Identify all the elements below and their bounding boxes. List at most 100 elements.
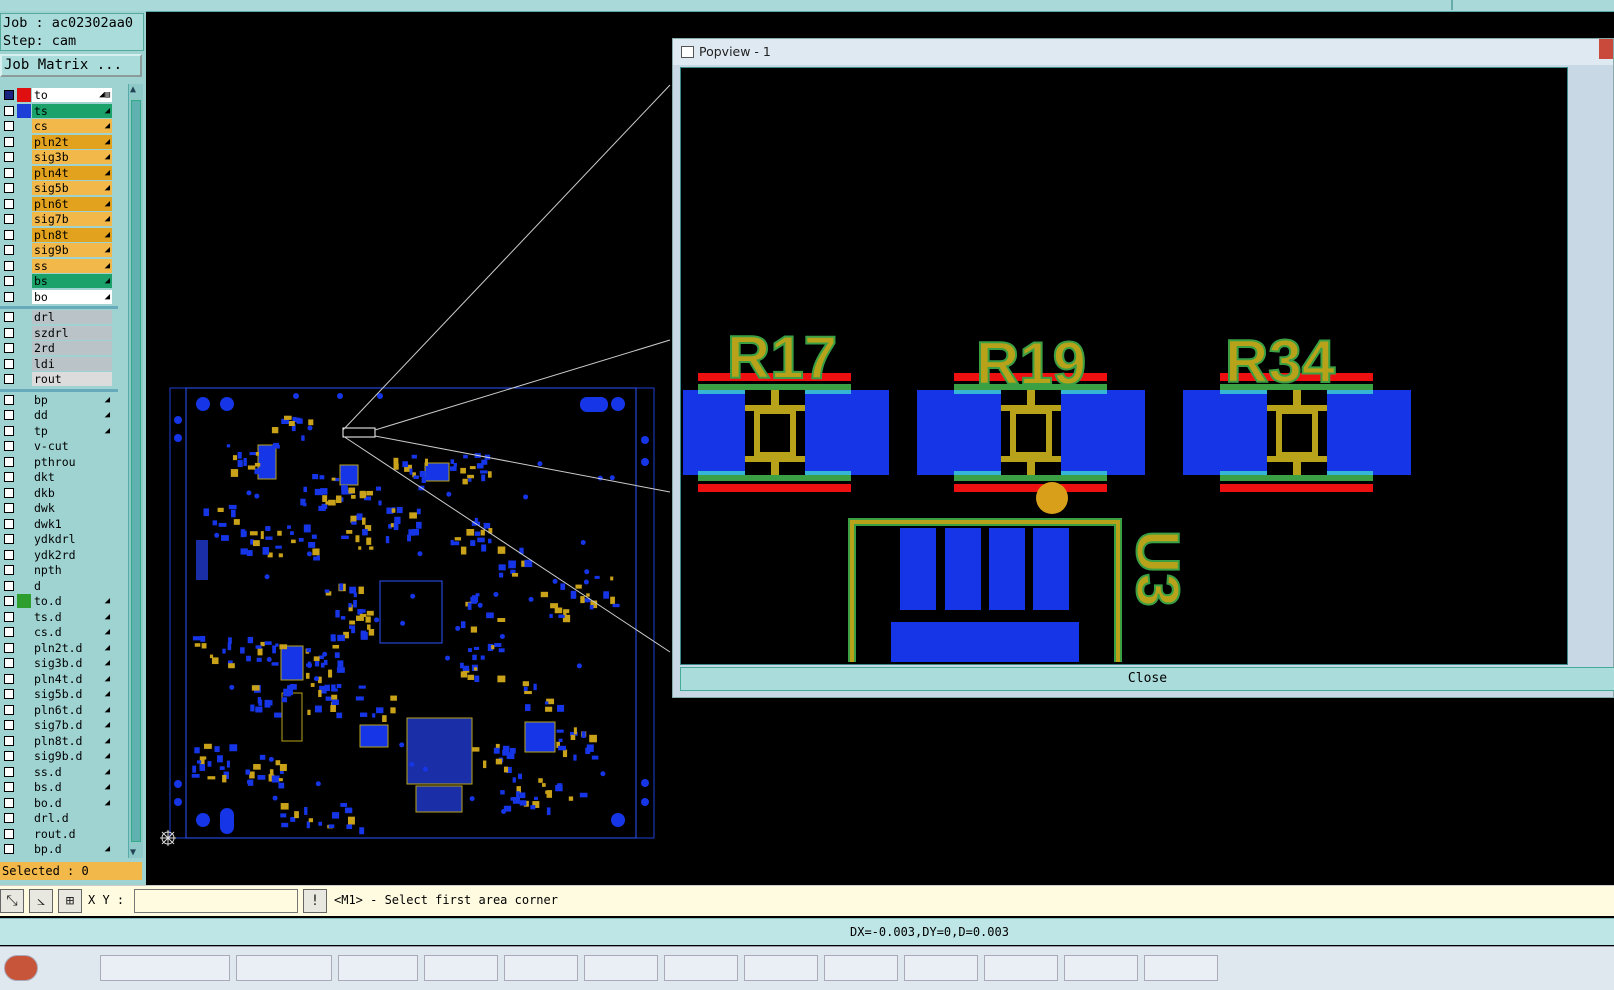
taskbar-item[interactable] <box>664 955 738 981</box>
start-button[interactable] <box>4 955 38 981</box>
smd-pad <box>470 540 476 546</box>
taskbar-item[interactable] <box>744 955 818 981</box>
mounting-hole <box>611 397 625 411</box>
smd-pad <box>362 529 368 536</box>
smd-pad <box>200 635 206 642</box>
toolbar-measure-icon[interactable]: ⦣ <box>29 889 53 913</box>
smd-pad <box>346 824 353 830</box>
smd-pad <box>351 494 356 499</box>
smd-pad <box>382 715 387 723</box>
taskbar-item[interactable] <box>904 955 978 981</box>
smd-pad <box>409 512 417 519</box>
via <box>455 625 461 631</box>
smd-pad <box>207 776 216 780</box>
taskbar-item[interactable] <box>100 955 230 981</box>
via <box>499 633 505 639</box>
smd-pad <box>291 539 296 544</box>
refdes-label: R34 <box>1225 328 1336 395</box>
smd-pad <box>308 818 314 823</box>
smd-pad <box>269 769 274 776</box>
ic-package <box>257 444 277 480</box>
smd-pad <box>568 796 574 801</box>
via <box>583 579 589 585</box>
smd-pad <box>480 470 488 474</box>
popview-close-button[interactable]: Close <box>680 667 1614 691</box>
smd-pad <box>353 592 357 598</box>
smd-pad <box>277 530 282 536</box>
smd-pad <box>284 415 292 420</box>
via <box>410 593 416 599</box>
smd-pad <box>259 754 266 760</box>
smd-pad <box>516 791 520 799</box>
smd-pad <box>378 500 382 506</box>
smd-pad <box>303 524 311 533</box>
smd-pad <box>330 634 336 642</box>
smd-pad <box>314 660 320 667</box>
popview-window[interactable]: Popview - 1 R17 R19 R34 U3 Close <box>672 38 1614 698</box>
via <box>580 540 586 546</box>
toolbar-zoom-icon[interactable]: ⤡ <box>0 889 24 913</box>
smd-pad <box>328 824 335 829</box>
via <box>264 574 270 580</box>
taskbar-item[interactable] <box>1064 955 1138 981</box>
snap-icon[interactable]: ! <box>303 889 327 913</box>
smd-pad <box>488 538 492 544</box>
taskbar-item[interactable] <box>338 955 418 981</box>
smd-pad <box>255 645 262 649</box>
smd-pad <box>562 749 568 758</box>
ic-package <box>339 464 359 486</box>
smd-pad <box>203 508 210 517</box>
mounting-hole <box>611 813 625 827</box>
smd-pad <box>493 747 500 754</box>
taskbar-item[interactable] <box>1144 955 1218 981</box>
taskbar-item[interactable] <box>984 955 1058 981</box>
smd-pad <box>339 583 344 591</box>
smd-pad <box>192 636 201 641</box>
smd-pad <box>332 812 340 819</box>
popview-titlebar[interactable]: Popview - 1 <box>673 39 1613 65</box>
popview-canvas[interactable]: R17 R19 R34 U3 <box>680 67 1568 665</box>
bga-package <box>406 717 473 785</box>
smd-pad <box>359 712 368 717</box>
close-icon[interactable] <box>1599 39 1613 59</box>
smd-pad <box>262 547 270 555</box>
smd-pad <box>251 685 260 691</box>
smd-pad <box>416 508 421 515</box>
toolbar-grid-icon[interactable]: ⊞ <box>58 889 82 913</box>
smd-pad <box>454 537 462 541</box>
smd-pad <box>279 763 287 771</box>
smd-pad <box>336 712 343 719</box>
smd-pad <box>324 684 330 692</box>
smd-pad <box>306 648 312 653</box>
smd-pad <box>344 807 353 814</box>
smd-pad <box>351 521 357 525</box>
smd-pad <box>534 796 538 801</box>
smd-pad <box>393 522 399 531</box>
smd-pad <box>483 760 487 769</box>
xy-input[interactable] <box>134 889 298 913</box>
smd-pad <box>202 756 207 760</box>
smd-pad <box>301 435 305 441</box>
taskbar-item[interactable] <box>424 955 498 981</box>
popview-title: Popview - 1 <box>699 44 771 59</box>
smd-pad <box>319 475 325 480</box>
smd-pad <box>361 517 366 525</box>
smd-pad <box>264 699 271 708</box>
via <box>268 756 274 762</box>
smd-pad <box>217 507 224 513</box>
smd-pad <box>368 628 375 636</box>
smd-pad <box>509 748 516 754</box>
via <box>493 591 499 597</box>
smd-pad <box>385 536 390 544</box>
taskbar-item[interactable] <box>824 955 898 981</box>
taskbar-item[interactable] <box>584 955 658 981</box>
smd-pad <box>409 468 413 475</box>
smd-pad <box>419 470 426 477</box>
ic-u3 <box>848 482 1122 662</box>
taskbar-item[interactable] <box>504 955 578 981</box>
smd-pad <box>201 643 207 649</box>
taskbar-item[interactable] <box>236 955 332 981</box>
smd-pad <box>294 811 299 819</box>
via <box>409 761 415 767</box>
smd-pad <box>348 816 355 825</box>
